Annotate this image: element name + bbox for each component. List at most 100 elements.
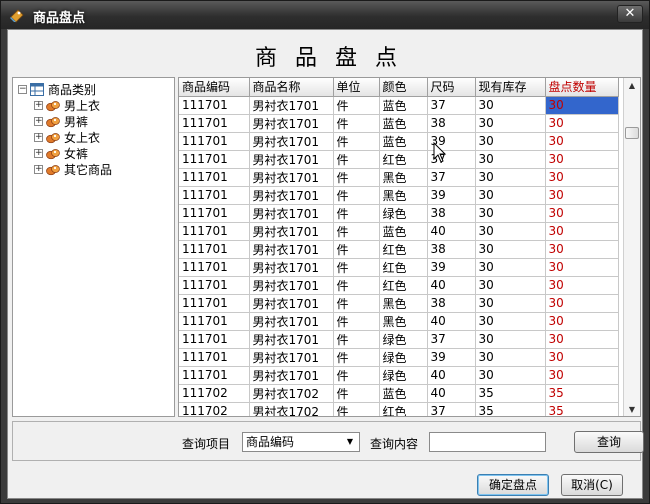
column-header[interactable]: 商品编码 — [179, 78, 250, 97]
table-cell: 件 — [333, 186, 380, 205]
table-cell: 件 — [333, 114, 380, 133]
table-row[interactable]: 111701 男衬衣1701 件黑色 39 30 30 — [179, 186, 619, 205]
table-cell[interactable]: 30 — [545, 204, 619, 223]
table-cell[interactable]: 30 — [545, 222, 619, 241]
cancel-button[interactable]: 取消(C) — [561, 474, 623, 496]
table-cell: 38 — [427, 114, 476, 133]
table-cell: 111701 — [179, 150, 250, 169]
table-cell[interactable]: 35 — [545, 402, 619, 416]
scroll-thumb[interactable] — [625, 127, 639, 139]
table-cell[interactable]: 35 — [545, 384, 619, 403]
table-cell: 红色 — [379, 276, 428, 295]
table-cell[interactable]: 30 — [545, 294, 619, 313]
table-cell[interactable]: 30 — [545, 312, 619, 331]
table-icon — [30, 83, 44, 96]
table-cell: 38 — [427, 240, 476, 259]
table-cell: 蓝色 — [379, 132, 428, 151]
table-cell: 111701 — [179, 312, 250, 331]
title-bar[interactable]: 商品盘点 ✕ — [1, 1, 649, 29]
table-cell[interactable]: 30 — [545, 276, 619, 295]
expand-icon[interactable]: + — [34, 117, 43, 126]
scroll-down-icon[interactable]: ▼ — [624, 402, 640, 416]
table-row[interactable]: 111702 男衬衣1702 件红色 37 35 35 — [179, 402, 619, 416]
table-row[interactable]: 111701 男衬衣1701 件蓝色 37 30 30 — [179, 96, 619, 115]
table-cell: 111701 — [179, 168, 250, 187]
table-cell: 件 — [333, 294, 380, 313]
table-cell[interactable]: 30 — [545, 330, 619, 349]
table-cell[interactable]: 30 — [545, 96, 619, 115]
table-row[interactable]: 111701 男衬衣1701 件红色 40 30 30 — [179, 276, 619, 295]
table-cell: 件 — [333, 96, 380, 115]
table-cell[interactable]: 30 — [545, 150, 619, 169]
table-cell: 蓝色 — [379, 222, 428, 241]
column-header[interactable]: 商品名称 — [249, 78, 334, 97]
expand-icon[interactable]: + — [34, 133, 43, 142]
product-icon — [46, 133, 60, 144]
table-row[interactable]: 111701 男衬衣1701 件绿色 37 30 30 — [179, 330, 619, 349]
table-row[interactable]: 111701 男衬衣1701 件蓝色 40 30 30 — [179, 222, 619, 241]
table-cell: 蓝色 — [379, 114, 428, 133]
table-row[interactable]: 111701 男衬衣1701 件黑色 37 30 30 — [179, 168, 619, 187]
table-cell: 红色 — [379, 402, 428, 416]
table-cell: 37 — [427, 402, 476, 416]
expand-icon[interactable]: + — [34, 165, 43, 174]
tree-root-label: 商品类别 — [48, 83, 97, 97]
table-cell: 40 — [427, 222, 476, 241]
close-button[interactable]: ✕ — [617, 5, 643, 23]
table-cell: 件 — [333, 168, 380, 187]
table-cell: 件 — [333, 258, 380, 277]
table-cell: 111701 — [179, 222, 250, 241]
table-cell: 30 — [475, 132, 546, 151]
table-cell[interactable]: 30 — [545, 114, 619, 133]
table-cell[interactable]: 30 — [545, 132, 619, 151]
expand-icon[interactable]: + — [34, 149, 43, 158]
table-cell: 39 — [427, 348, 476, 367]
table-row[interactable]: 111701 男衬衣1701 件黑色 38 30 30 — [179, 294, 619, 313]
scroll-up-icon[interactable]: ▲ — [624, 78, 640, 94]
table-row[interactable]: 111701 男衬衣1701 件绿色 38 30 30 — [179, 204, 619, 223]
column-header[interactable]: 现有库存 — [475, 78, 546, 97]
table-row[interactable]: 111701 男衬衣1701 件红色 38 30 30 — [179, 240, 619, 259]
collapse-icon[interactable]: − — [18, 85, 27, 94]
query-field-select[interactable]: 商品编码 ▼ — [242, 432, 360, 452]
table-cell[interactable]: 30 — [545, 348, 619, 367]
expand-icon[interactable]: + — [34, 101, 43, 110]
table-cell: 30 — [475, 222, 546, 241]
table-row[interactable]: 111701 男衬衣1701 件红色 39 30 30 — [179, 258, 619, 277]
table-row[interactable]: 111701 男衬衣1701 件绿色 40 30 30 — [179, 366, 619, 385]
table-row[interactable]: 111701 男衬衣1701 件黑色 40 30 30 — [179, 312, 619, 331]
table-row[interactable]: 111701 男衬衣1701 件蓝色 39 30 30 — [179, 132, 619, 151]
category-tree[interactable]: − 商品类别 + 男上衣 + 男裤 + 女上衣 + 女裤 + 其它商品 — [12, 77, 175, 417]
window-title: 商品盘点 — [33, 11, 86, 26]
page-title: 商品盘点 — [254, 46, 415, 71]
query-content-input[interactable] — [429, 432, 546, 452]
table-cell: 38 — [427, 294, 476, 313]
table-cell: 绿色 — [379, 204, 428, 223]
grid-scrollbar[interactable]: ▲ ▼ — [623, 78, 640, 416]
table-cell: 男衬衣1701 — [249, 330, 334, 349]
table-cell: 37 — [427, 96, 476, 115]
table-cell[interactable]: 30 — [545, 168, 619, 187]
table-row[interactable]: 111701 男衬衣1701 件绿色 39 30 30 — [179, 348, 619, 367]
column-header[interactable]: 盘点数量 — [545, 78, 619, 97]
column-header[interactable]: 尺码 — [427, 78, 476, 97]
dropdown-arrow-icon[interactable]: ▼ — [343, 434, 357, 450]
table-row[interactable]: 111701 男衬衣1701 件红色 37 30 30 — [179, 150, 619, 169]
table-cell[interactable]: 30 — [545, 258, 619, 277]
table-cell[interactable]: 30 — [545, 186, 619, 205]
table-cell: 男衬衣1701 — [249, 204, 334, 223]
table-cell: 男衬衣1701 — [249, 258, 334, 277]
table-cell: 男衬衣1701 — [249, 294, 334, 313]
column-header[interactable]: 颜色 — [379, 78, 428, 97]
table-cell[interactable]: 30 — [545, 240, 619, 259]
confirm-inventory-button[interactable]: 确定盘点 — [477, 474, 549, 496]
table-cell: 男衬衣1701 — [249, 168, 334, 187]
table-row[interactable]: 111701 男衬衣1701 件蓝色 38 30 30 — [179, 114, 619, 133]
table-cell: 38 — [427, 204, 476, 223]
column-header[interactable]: 单位 — [333, 78, 380, 97]
table-cell[interactable]: 30 — [545, 366, 619, 385]
inventory-grid[interactable]: 商品编码 商品名称 单位 颜色 尺码 现有库存 盘点数量 111701 男衬衣1701 件蓝色 3… — [178, 77, 641, 417]
query-button[interactable]: 查询 — [574, 431, 644, 453]
table-cell: 男衬衣1701 — [249, 366, 334, 385]
table-row[interactable]: 111702 男衬衣1702 件蓝色 40 35 35 — [179, 384, 619, 403]
